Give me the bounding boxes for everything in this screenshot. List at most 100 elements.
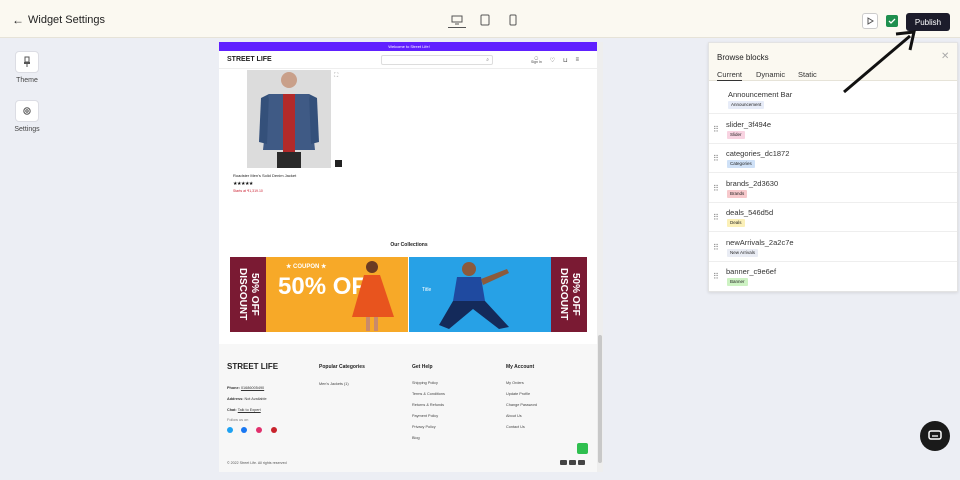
footer-link[interactable]: Terms & Conditions: [412, 392, 445, 396]
search-icon: ⌕: [486, 57, 489, 63]
block-name: deals_546d5d: [726, 208, 774, 217]
scrollbar-thumb[interactable]: [598, 335, 602, 463]
footer-link[interactable]: About Us: [506, 414, 522, 418]
store-nav-icons: ◯ Sign In ♡ ⊔ ≡: [527, 54, 583, 66]
footer-logo[interactable]: STREET LIFE: [227, 362, 278, 371]
block-item[interactable]: ⠿ categories_dc1872 Categories: [709, 144, 957, 173]
save-check-button[interactable]: [886, 15, 898, 27]
block-tag: Banner: [727, 278, 748, 286]
check-icon: [888, 18, 896, 24]
drag-handle-icon[interactable]: ⠿: [713, 184, 719, 193]
drag-handle-icon[interactable]: ⠿: [713, 272, 719, 281]
pinterest-icon[interactable]: [271, 427, 277, 433]
discount-ticket: 50% OFF DISCOUNT: [551, 257, 587, 332]
gear-icon: [15, 100, 39, 122]
store-navbar: STREET LIFE ⌕ ◯ Sign In ♡ ⊔ ≡: [219, 51, 599, 69]
whatsapp-icon[interactable]: [577, 443, 588, 454]
block-name: newArrivals_2a2c7e: [726, 238, 794, 247]
footer-popular-title: Popular Categories: [319, 364, 365, 370]
block-item[interactable]: ⠿ slider_3f494e Slider: [709, 115, 957, 144]
footer-link[interactable]: Update Profile: [506, 392, 530, 396]
drag-handle-icon[interactable]: ⠿: [713, 213, 719, 222]
theme-icon: [15, 51, 39, 73]
chat-support-button[interactable]: [920, 421, 950, 451]
browse-blocks-panel: Browse blocks ✕ Current Dynamic Static A…: [708, 42, 958, 292]
tab-current[interactable]: Current: [717, 70, 743, 81]
footer-account-title: My Account: [506, 364, 535, 370]
model-image: [352, 261, 394, 331]
model-image: [439, 262, 509, 329]
cart-icon[interactable]: ⊔: [563, 57, 568, 64]
footer-link[interactable]: Contact Us: [506, 425, 525, 429]
store-footer: STREET LIFE Phone: 01686005490 Address: …: [219, 344, 599, 472]
block-item[interactable]: ⠿ deals_546d5d Deals: [709, 203, 957, 232]
heart-icon[interactable]: ♡: [550, 57, 555, 64]
sidebar-item-label: Theme: [16, 77, 38, 84]
drag-handle-icon[interactable]: ⠿: [713, 125, 719, 134]
mobile-icon[interactable]: [504, 12, 522, 28]
block-name: slider_3f494e: [726, 120, 772, 129]
drag-handle-icon[interactable]: ⠿: [713, 243, 719, 252]
facebook-icon[interactable]: [241, 427, 247, 433]
footer-link[interactable]: My Orders: [506, 381, 524, 385]
expand-icon[interactable]: ⛶: [334, 73, 338, 80]
block-item[interactable]: ⠿ banner_c9e6ef Banner: [709, 262, 957, 291]
discount-ticket: 50% OFF DISCOUNT: [230, 257, 266, 332]
drag-handle-icon[interactable]: ⠿: [713, 154, 719, 163]
follow-label: Follow us on: [227, 418, 249, 422]
desktop-icon[interactable]: [448, 12, 466, 28]
block-tag: New Arrivals: [727, 249, 759, 257]
banner-title: Title: [422, 287, 432, 293]
tablet-icon[interactable]: [476, 12, 494, 28]
footer-link[interactable]: Men's Jackets (1): [319, 382, 349, 386]
tab-static[interactable]: Static: [798, 70, 817, 79]
tab-dynamic[interactable]: Dynamic: [756, 70, 785, 79]
footer-link[interactable]: Payment Policy: [412, 414, 438, 418]
play-icon: [867, 17, 874, 25]
user-icon[interactable]: ◯ Sign In: [531, 56, 542, 64]
instagram-icon[interactable]: [256, 427, 262, 433]
chat-icon: [928, 430, 942, 440]
footer-link[interactable]: Privacy Policy: [412, 425, 436, 429]
panel-header: Browse blocks ✕ Current Dynamic Static: [709, 43, 957, 81]
store-logo[interactable]: STREET LIFE: [227, 56, 272, 63]
arrow-left-icon[interactable]: ←: [12, 13, 24, 27]
block-name: Announcement Bar: [728, 90, 793, 99]
footer-link[interactable]: Blog: [412, 436, 420, 440]
panel-title: Browse blocks: [717, 53, 769, 62]
block-item[interactable]: ⠿ brands_2d3630 Brands: [709, 174, 957, 203]
block-name: banner_c9e6ef: [726, 267, 777, 276]
top-bar: ← Widget Settings Publish: [0, 0, 960, 38]
footer-chat[interactable]: Chat: Talk to Expert: [227, 408, 261, 412]
block-name: brands_2d3630: [726, 179, 779, 188]
block-tag: Brands: [727, 190, 748, 198]
payment-card-icon: [560, 460, 567, 465]
store-search-input[interactable]: ⌕: [381, 55, 493, 65]
product-price: Starts at ₹1,319.10: [233, 189, 263, 193]
block-tag: Categories: [727, 160, 755, 168]
block-item[interactable]: Announcement Bar Announcement: [709, 85, 957, 114]
page-title: Widget Settings: [28, 14, 106, 26]
announcement-bar[interactable]: Welcome to Street Life!: [219, 42, 599, 51]
footer-link[interactable]: Returns & Refunds: [412, 403, 444, 407]
product-name[interactable]: Roadster Men's Solid Denim Jacket: [233, 173, 296, 178]
collection-banner-coupon[interactable]: 50% OFF DISCOUNT ★ COUPON ★ 50% OFF: [230, 257, 408, 332]
footer-phone: Phone: 01686005490: [227, 386, 265, 390]
preview-button[interactable]: [862, 13, 878, 29]
block-tag: Deals: [727, 219, 745, 227]
product-image[interactable]: [247, 70, 331, 168]
footer-link[interactable]: Shipping Policy: [412, 381, 438, 385]
block-tag: Announcement: [728, 101, 765, 109]
block-item[interactable]: ⠿ newArrivals_2a2c7e New Arrivals: [709, 233, 957, 262]
collection-banner-fashion[interactable]: Title 50% OFF DISCOUNT: [409, 257, 587, 332]
menu-icon[interactable]: ≡: [576, 57, 580, 63]
video-badge-icon[interactable]: [335, 160, 342, 167]
close-icon[interactable]: ✕: [941, 51, 949, 62]
twitter-icon[interactable]: [227, 427, 233, 433]
block-name: categories_dc1872: [726, 149, 790, 158]
footer-link[interactable]: Change Password: [506, 403, 537, 407]
store-preview[interactable]: Welcome to Street Life! STREET LIFE ⌕ ◯ S…: [219, 42, 599, 472]
copyright-text: © 2022 Street Life. All rights reserved: [227, 461, 287, 465]
sidebar-item-settings[interactable]: Settings: [11, 100, 43, 133]
sidebar-item-theme[interactable]: Theme: [11, 51, 43, 84]
